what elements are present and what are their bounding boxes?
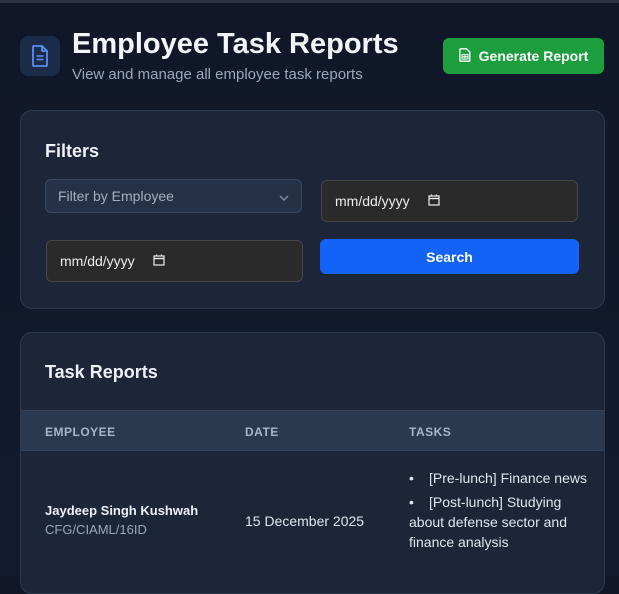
- employee-name: Jaydeep Singh Kushwah: [45, 503, 199, 518]
- chevron-down-icon: [279, 188, 289, 204]
- start-date-value: mm/dd/yyyy: [335, 193, 410, 209]
- task-text: [Pre-lunch] Finance news: [429, 470, 587, 486]
- employee-id: CFG/CIAML/16ID: [45, 522, 147, 537]
- employee-filter-select[interactable]: Filter by Employee: [45, 179, 302, 213]
- page-subtitle: View and manage all employee task report…: [72, 66, 363, 83]
- spreadsheet-icon: [458, 47, 471, 65]
- start-date-input[interactable]: mm/dd/yyyy: [321, 180, 578, 222]
- filters-title: Filters: [45, 141, 100, 161]
- table-header: EMPLOYEE DATE TASKS: [21, 410, 604, 451]
- end-date-input[interactable]: mm/dd/yyyy: [46, 240, 303, 282]
- calendar-icon[interactable]: [428, 193, 440, 209]
- task-reports-card: Task Reports EMPLOYEE DATE TASKS Jaydeep…: [20, 332, 605, 594]
- filters-card: Filters Filter by Employee mm/dd/yyyy mm…: [20, 110, 605, 309]
- list-item: • [Post-lunch] Studying about defense sec…: [409, 494, 568, 550]
- task-text: [Post-lunch] Studying about defense sect…: [409, 494, 568, 550]
- calendar-icon[interactable]: [153, 253, 165, 269]
- page-title: Employee Task Reports: [72, 28, 399, 60]
- search-button[interactable]: Search: [320, 239, 579, 274]
- employee-filter-placeholder: Filter by Employee: [58, 188, 174, 204]
- task-list: • [Pre-lunch] Finance news • [Post-lunch] …: [409, 468, 589, 556]
- top-border: [0, 0, 619, 3]
- document-icon: [20, 36, 60, 76]
- column-header-date: DATE: [245, 425, 279, 439]
- generate-report-label: Generate Report: [478, 48, 589, 64]
- end-date-value: mm/dd/yyyy: [60, 253, 135, 269]
- report-date: 15 December 2025: [245, 513, 365, 529]
- generate-report-button[interactable]: Generate Report: [443, 38, 604, 74]
- column-header-tasks: TASKS: [409, 425, 452, 439]
- column-header-employee: EMPLOYEE: [45, 425, 116, 439]
- task-reports-title: Task Reports: [45, 362, 158, 382]
- list-item: • [Pre-lunch] Finance news: [409, 470, 587, 486]
